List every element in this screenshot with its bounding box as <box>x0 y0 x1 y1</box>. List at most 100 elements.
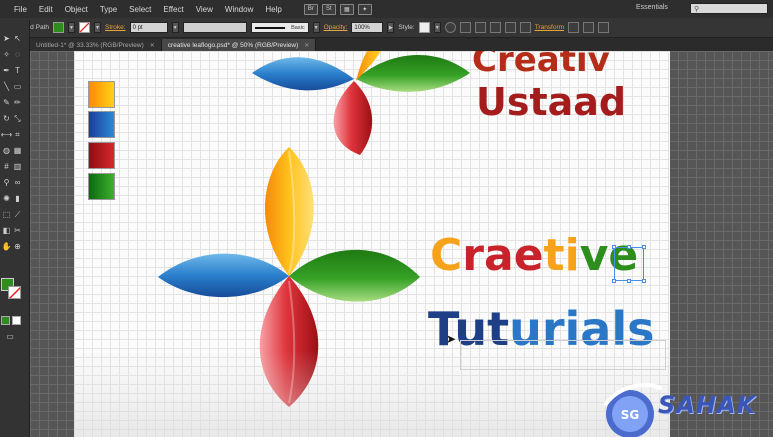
tab-creative-leaflogo[interactable]: creative leaflogo.psd* @ 50% (RGB/Previe… <box>161 39 317 51</box>
graphic-style-swatch[interactable] <box>418 22 430 33</box>
stroke-weight-dropdown-icon[interactable]: ▼ <box>171 22 179 33</box>
menu-help[interactable]: Help <box>259 5 287 14</box>
menu-select[interactable]: Select <box>123 5 157 14</box>
logo-letter: v <box>579 230 609 281</box>
symbol-sprayer-tool-icon[interactable]: ✺ <box>2 194 11 203</box>
direct-selection-tool-icon[interactable]: ↖ <box>13 34 22 43</box>
type-tool-icon[interactable]: T <box>13 66 22 75</box>
opacity-field[interactable]: 100% <box>351 22 384 33</box>
graph-tool-icon[interactable]: ▮ <box>13 194 22 203</box>
stroke-weight-field[interactable]: 0 pt <box>129 22 168 33</box>
control-bar: Compound Path ▼ ▼ Stroke: 0 pt ▼ Basic ▼… <box>0 18 773 38</box>
screen-mode-icon[interactable]: ▭ <box>1 332 19 341</box>
isolate-icon[interactable] <box>568 22 580 33</box>
mesh-tool-icon[interactable]: # <box>2 162 11 171</box>
shape-builder-tool-icon[interactable]: ◍ <box>2 146 11 155</box>
selection-handle[interactable] <box>627 279 631 283</box>
selection-handle[interactable] <box>612 279 616 283</box>
main-logo-title[interactable]: Craetive <box>430 234 638 278</box>
artboard[interactable]: Creativ Ustaad Craetive Tuturials ➤ <box>74 51 670 437</box>
brush-line-icon <box>254 26 285 29</box>
menu-edit[interactable]: Edit <box>33 5 59 14</box>
artboard-shadow <box>74 351 670 437</box>
align-to-icon[interactable] <box>459 22 471 33</box>
selection-handle[interactable] <box>642 245 646 249</box>
selection-handle[interactable] <box>642 279 646 283</box>
align-center-icon[interactable] <box>489 22 501 33</box>
scissors-tool-icon[interactable]: ✂ <box>13 226 22 235</box>
workspace-switcher[interactable]: Essentials <box>636 4 668 11</box>
recolor-icon[interactable] <box>444 22 456 33</box>
stroke-swatch[interactable] <box>78 22 90 33</box>
opacity-label[interactable]: Opacity: <box>324 24 348 31</box>
line-tool-icon[interactable]: ╲ <box>2 82 11 91</box>
menu-window[interactable]: Window <box>219 5 259 14</box>
color-mode-icon[interactable] <box>1 316 10 325</box>
selection-tool-icon[interactable]: ➤ <box>2 34 11 43</box>
stroke-color-icon[interactable] <box>8 286 21 299</box>
style-label: Style: <box>398 24 415 31</box>
lasso-tool-icon[interactable]: ◌ <box>13 50 22 59</box>
fill-swatch[interactable] <box>52 22 64 33</box>
hand-tool-icon[interactable]: ✋ <box>2 242 12 251</box>
free-transform-tool-icon[interactable]: ⌗ <box>13 130 22 139</box>
arrange-icon[interactable] <box>583 22 595 33</box>
blend-tool-icon[interactable]: ∞ <box>13 178 22 187</box>
logo-letter: a <box>484 230 514 281</box>
brush-dropdown-icon[interactable]: ▼ <box>312 22 320 33</box>
menu-object[interactable]: Object <box>59 5 94 14</box>
close-icon[interactable]: ✕ <box>304 42 309 49</box>
align-left-icon[interactable] <box>474 22 486 33</box>
menu-file[interactable]: File <box>8 5 33 14</box>
close-icon[interactable]: ✕ <box>150 42 155 49</box>
pencil-tool-icon[interactable]: ✏ <box>13 98 22 107</box>
logo-letter: e <box>513 230 544 281</box>
opacity-dropdown-icon[interactable]: ▶ <box>387 22 395 33</box>
arrange-docs-icon[interactable]: ▦ <box>339 3 354 15</box>
rotate-tool-icon[interactable]: ↻ <box>2 114 11 123</box>
zoom-tool-icon[interactable]: ⊕ <box>13 242 22 251</box>
slice-tool-icon[interactable]: ⟋ <box>13 210 22 219</box>
stock-icon[interactable]: St <box>321 3 336 15</box>
perspective-grid-tool-icon[interactable]: ▦ <box>13 146 22 155</box>
canvas-pasteboard[interactable]: Creativ Ustaad Craetive Tuturials ➤ SG S… <box>30 51 773 437</box>
search-input[interactable]: ⚲ <box>690 3 768 14</box>
none-mode-icon[interactable] <box>12 316 21 325</box>
bridge-icon[interactable]: Br <box>303 3 318 15</box>
menu-effect[interactable]: Effect <box>157 5 189 14</box>
pen-tool-icon[interactable]: ✒ <box>2 66 11 75</box>
magic-wand-tool-icon[interactable]: ✧ <box>2 50 11 59</box>
tab-label: creative leaflogo.psd* @ 50% (RGB/Previe… <box>167 41 299 49</box>
style-dropdown-icon[interactable]: ▼ <box>433 22 441 33</box>
paintbrush-tool-icon[interactable]: ✎ <box>2 98 11 107</box>
brush-definition-field[interactable]: Basic <box>250 22 309 33</box>
variable-width-field[interactable] <box>182 22 247 33</box>
logo-letter: C <box>430 230 463 281</box>
align-right-icon[interactable] <box>504 22 516 33</box>
align-top-icon[interactable] <box>519 22 531 33</box>
stroke-dropdown-icon[interactable]: ▼ <box>93 22 101 33</box>
scale-tool-icon[interactable]: ⤡ <box>13 114 22 123</box>
eraser-tool-icon[interactable]: ◧ <box>2 226 11 235</box>
artboard-tool-icon[interactable]: ⬚ <box>2 210 11 219</box>
top-logo-subtitle[interactable]: Ustaad <box>476 83 626 121</box>
menu-type[interactable]: Type <box>94 5 123 14</box>
gradient-tool-icon[interactable]: ▥ <box>13 162 22 171</box>
transform-label[interactable]: Transform <box>535 24 564 31</box>
eyedropper-tool-icon[interactable]: ⚲ <box>2 178 11 187</box>
top-leaf-logo[interactable] <box>252 51 470 155</box>
gpu-icon[interactable]: ✦ <box>357 3 372 15</box>
stroke-label[interactable]: Stroke: <box>105 24 126 31</box>
top-logo-title[interactable]: Creativ <box>472 51 610 77</box>
tab-untitled-1[interactable]: Untitled-1* @ 33.33% (RGB/Preview) ✕ <box>30 39 162 51</box>
selection-handle[interactable] <box>612 245 616 249</box>
selection-bounding-box[interactable] <box>612 245 646 283</box>
menu-view[interactable]: View <box>190 5 219 14</box>
panel-menu-icon[interactable] <box>598 22 610 33</box>
menu-bar: File Edit Object Type Select Effect View… <box>0 0 773 18</box>
rectangle-tool-icon[interactable]: ▭ <box>13 82 22 91</box>
fill-dropdown-icon[interactable]: ▼ <box>67 22 75 33</box>
illustrator-window: File Edit Object Type Select Effect View… <box>0 0 773 437</box>
width-tool-icon[interactable]: ⟷ <box>1 130 12 139</box>
selection-handle[interactable] <box>627 245 631 249</box>
